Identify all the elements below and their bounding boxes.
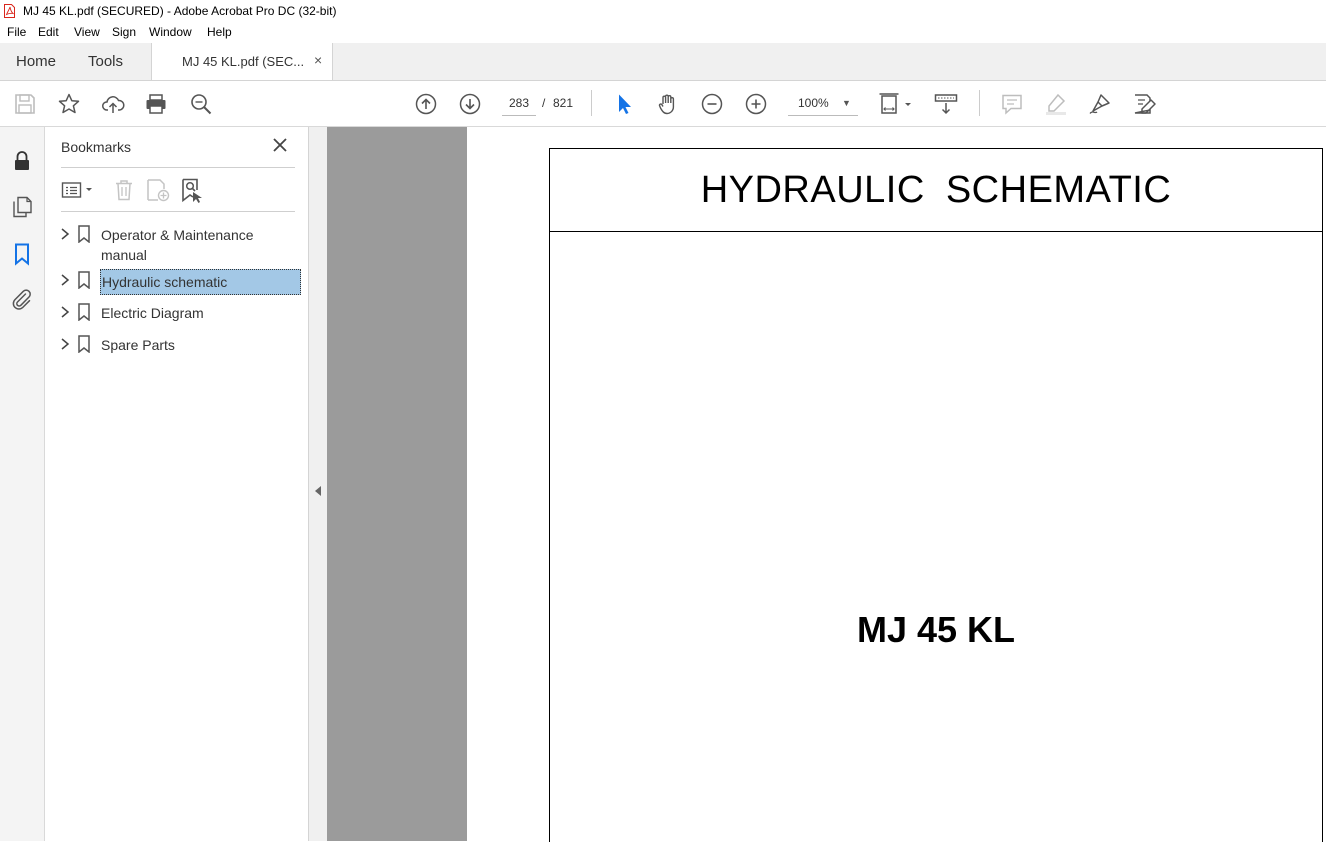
title-bar: MJ 45 KL.pdf (SECURED) - Adobe Acrobat P… — [0, 0, 1326, 22]
collapse-panel-icon[interactable] — [315, 486, 321, 496]
window-title: MJ 45 KL.pdf (SECURED) - Adobe Acrobat P… — [23, 4, 337, 18]
bookmark-icon — [78, 271, 90, 289]
lock-icon[interactable] — [10, 149, 34, 173]
document-canvas-margin — [327, 127, 467, 841]
toolbar-divider — [979, 90, 980, 116]
delete-bookmark-icon[interactable] — [111, 177, 137, 203]
highlight-icon[interactable] — [1044, 92, 1068, 116]
chevron-down-icon: ▼ — [842, 98, 851, 108]
menu-edit[interactable]: Edit — [38, 25, 59, 39]
bookmark-item-electric-diagram[interactable]: Electric Diagram — [55, 303, 301, 325]
model-name: MJ 45 KL — [856, 609, 1016, 650]
close-tab-icon[interactable]: × — [314, 52, 322, 68]
page-header-box: HYDRAULIC SCHEMATIC — [550, 149, 1322, 232]
next-page-icon[interactable] — [458, 92, 482, 116]
bookmark-label: Spare Parts — [101, 337, 175, 353]
bookmark-item-spare-parts[interactable]: Spare Parts — [55, 335, 301, 357]
chevron-right-icon[interactable] — [59, 305, 71, 319]
zoom-out-icon[interactable] — [700, 92, 724, 116]
pdf-file-icon — [4, 4, 15, 18]
find-bookmark-icon[interactable] — [179, 177, 205, 203]
tab-document[interactable]: MJ 45 KL.pdf (SEC... × — [151, 43, 333, 80]
new-bookmark-icon[interactable] — [145, 177, 171, 203]
tab-home[interactable]: Home — [16, 53, 56, 70]
sign-pen-icon[interactable] — [1088, 92, 1112, 116]
bookmark-item-hydraulic-schematic[interactable]: Hydraulic schematic — [55, 269, 301, 295]
print-icon[interactable] — [144, 92, 168, 116]
bookmarks-panel-title: Bookmarks — [61, 139, 132, 155]
zoom-level-value: 100% — [798, 96, 829, 110]
bookmarks-panel: Bookmarks Operator & Maintenance manual H… — [45, 127, 307, 841]
tab-document-label: MJ 45 KL.pdf (SEC... — [182, 54, 305, 69]
zoom-search-icon[interactable] — [189, 92, 213, 116]
menu-bar: File Edit View Sign Window Help — [0, 22, 1326, 43]
bookmarks-panel-icon[interactable] — [10, 242, 34, 266]
save-icon[interactable] — [13, 92, 37, 116]
chevron-right-icon[interactable] — [59, 273, 71, 287]
page-thumbnails-icon[interactable] — [10, 195, 34, 219]
zoom-in-icon[interactable] — [744, 92, 768, 116]
fit-page-icon[interactable] — [878, 92, 914, 116]
zoom-level-select[interactable]: 100% ▼ — [788, 91, 858, 116]
bookmark-icon — [78, 303, 90, 321]
tab-tools[interactable]: Tools — [88, 53, 123, 70]
star-icon[interactable] — [57, 92, 81, 116]
select-cursor-icon[interactable] — [612, 92, 636, 116]
bookmark-icon — [78, 335, 90, 353]
left-navigation-rail — [0, 127, 45, 841]
chevron-right-icon[interactable] — [59, 337, 71, 351]
bookmark-label: Hydraulic schematic — [100, 269, 301, 295]
comment-icon[interactable] — [1000, 92, 1024, 116]
page-number-input[interactable]: 283 — [502, 91, 536, 116]
menu-window[interactable]: Window — [149, 25, 192, 39]
bookmark-label: Operator & Maintenance manual — [101, 225, 254, 265]
page-total: 821 — [553, 96, 574, 110]
toolbar: 283 / 821 100% ▼ — [0, 81, 1326, 127]
previous-page-icon[interactable] — [414, 92, 438, 116]
panel-splitter[interactable] — [308, 127, 328, 841]
bookmark-options-icon[interactable] — [61, 177, 97, 203]
bookmark-item-operator-maintenance-manual[interactable]: Operator & Maintenance manual — [55, 225, 301, 265]
upload-cloud-icon[interactable] — [101, 92, 125, 116]
toolbar-divider — [591, 90, 592, 116]
hand-tool-icon[interactable] — [656, 92, 680, 116]
page-heading: HYDRAULIC SCHEMATIC — [700, 169, 1172, 211]
menu-view[interactable]: View — [74, 25, 100, 39]
attachments-paperclip-icon[interactable] — [10, 287, 34, 311]
pdf-page[interactable]: HYDRAULIC SCHEMATIC MJ 45 KL — [549, 148, 1323, 842]
bookmark-label: Electric Diagram — [101, 305, 204, 321]
tab-bar: Home Tools MJ 45 KL.pdf (SEC... × — [0, 43, 1326, 81]
bookmark-label-line1: Operator & Maintenance — [101, 227, 254, 243]
divider — [61, 167, 295, 168]
close-icon[interactable] — [271, 136, 289, 154]
menu-help[interactable]: Help — [207, 25, 232, 39]
page-separator: / — [542, 96, 546, 110]
edit-pdf-icon[interactable] — [1132, 92, 1156, 116]
chevron-right-icon[interactable] — [59, 227, 71, 241]
bookmark-label-line2: manual — [101, 247, 147, 263]
divider — [61, 211, 295, 212]
bookmark-icon — [78, 225, 90, 243]
menu-sign[interactable]: Sign — [112, 25, 136, 39]
scroll-mode-icon[interactable] — [934, 92, 958, 116]
menu-file[interactable]: File — [7, 25, 26, 39]
